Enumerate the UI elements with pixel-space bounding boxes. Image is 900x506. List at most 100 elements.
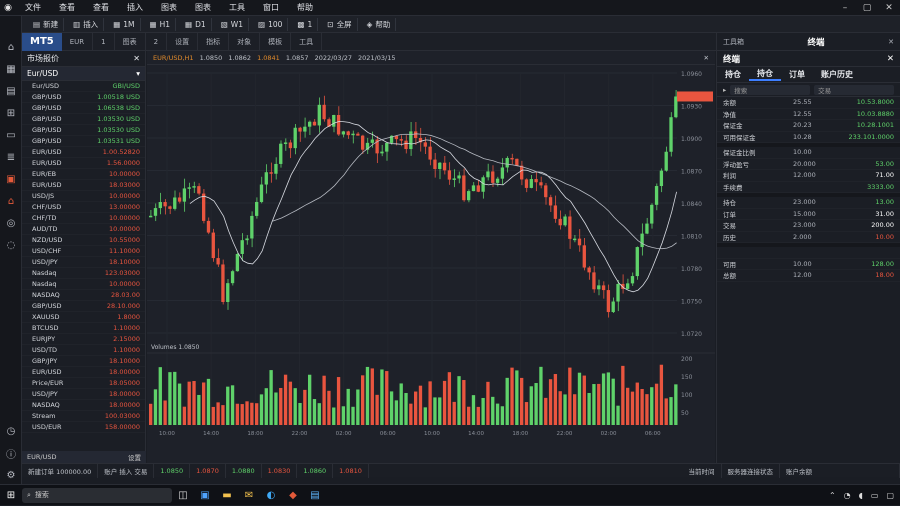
mt5-app-icon[interactable]: ◆	[282, 485, 304, 506]
alert-icon[interactable]: ⌂	[0, 190, 22, 212]
gear-icon[interactable]: ⚙	[0, 464, 22, 486]
toolbar-insert[interactable]: ▥ 插入	[68, 17, 105, 31]
network-icon[interactable]: ◔	[844, 491, 851, 500]
terminal-row[interactable]: 可用保证金 10.28 233.101.0000	[717, 132, 900, 143]
tab-orders[interactable]: 订单	[781, 69, 813, 80]
tab-objects[interactable]: 对象	[229, 32, 261, 51]
market-watch-row[interactable]: NZD/USD 10.55000	[22, 235, 145, 246]
market-watch-row[interactable]: USD/JPY 18.00000	[22, 389, 145, 400]
toolbar-d1[interactable]: ▦ D1	[180, 17, 212, 31]
minimize-button[interactable]: –	[834, 0, 856, 16]
toolbar-h1[interactable]: ▦ H1	[145, 17, 177, 31]
market-watch-row[interactable]: NASDAQ 28.03.00	[22, 290, 145, 301]
toolbar-layout[interactable]: ▩ 1	[292, 17, 319, 31]
market-watch-row[interactable]: GBP/USD 1.03530 USD	[22, 125, 145, 136]
trade-icon[interactable]: ▣	[0, 168, 22, 190]
battery-icon[interactable]: ▭	[871, 491, 879, 500]
status-new-order[interactable]: 新建订单 100000.00	[22, 463, 99, 478]
market-watch-row[interactable]: USD/TD 1.10000	[22, 345, 145, 356]
folder-icon[interactable]: ▬	[216, 485, 238, 506]
terminal-row[interactable]: 余额 25.55 10.53.8000	[717, 97, 900, 109]
notification-icon[interactable]: ▢	[886, 491, 894, 500]
grid-icon[interactable]: ▦	[0, 58, 22, 80]
terminal-row[interactable]: 总额 12.00 18.00	[717, 270, 900, 282]
market-watch-row[interactable]: EUR/USD 18.03000	[22, 180, 145, 191]
edge-icon[interactable]: ◐	[260, 485, 282, 506]
toolbar-m1[interactable]: ▦ 1M	[108, 17, 141, 31]
market-watch-row[interactable]: USD/JPY 18.10000	[22, 257, 145, 268]
market-watch-row[interactable]: GBP/USD 1.03530 USD	[22, 114, 145, 125]
toolbar-help[interactable]: ◈ 帮助	[362, 17, 397, 31]
add-symbol-icon[interactable]: ✕	[133, 54, 140, 63]
terminal-close-icon[interactable]: ✕	[887, 54, 894, 64]
windows-start-icon[interactable]: ⊞	[0, 485, 22, 506]
menu-chart[interactable]: 图表	[152, 2, 186, 13]
settings-icon[interactable]: ◌	[0, 234, 22, 256]
market-watch-row[interactable]: EUR/USD 1.00.52820	[22, 147, 145, 158]
taskview-icon[interactable]: ◫	[172, 485, 194, 506]
chart-app-icon[interactable]: ▤	[304, 485, 326, 506]
tree-icon[interactable]: ⊞	[0, 102, 22, 124]
mail-icon[interactable]: ✉	[238, 485, 260, 506]
market-watch-row[interactable]: EUR/EB 10.00000	[22, 169, 145, 180]
tab-chart[interactable]: 图表	[115, 32, 146, 51]
menu-file[interactable]: 文件	[16, 2, 50, 13]
store-icon[interactable]: ▣	[194, 485, 216, 506]
taskbar-search[interactable]: ⌕ 搜索	[22, 487, 172, 503]
market-watch-row[interactable]: NASDAQ 18.00000	[22, 400, 145, 411]
tab-templates[interactable]: 模板	[260, 32, 292, 51]
market-watch-row[interactable]: XAUUSD 1.8000	[22, 312, 145, 323]
menu-view[interactable]: 查看	[50, 2, 84, 13]
tab-holdings[interactable]: 持仓	[717, 69, 749, 80]
menu-view-2[interactable]: 查看	[84, 2, 118, 13]
home-icon[interactable]: ⌂	[0, 36, 22, 58]
terminal-row[interactable]: 保证金 20.23 10.28.1001	[717, 120, 900, 132]
market-watch-row[interactable]: GBP/USD 1.06538 USD	[22, 103, 145, 114]
filter-icon[interactable]: ▸	[723, 86, 726, 94]
toolbox-label[interactable]: 工具箱	[723, 37, 744, 47]
market-watch-row[interactable]: Price/EUR 18.05000	[22, 378, 145, 389]
market-watch-row[interactable]: CHF/TD 10.00000	[22, 213, 145, 224]
menu-tools[interactable]: 工具	[220, 2, 254, 13]
market-watch-row[interactable]: GBP/USD 1.03531 USD	[22, 136, 145, 147]
menu-window[interactable]: 窗口	[254, 2, 288, 13]
terminal-row[interactable]	[717, 247, 900, 259]
tab-indicators[interactable]: 指标	[198, 32, 230, 51]
terminal-row[interactable]: 订单 15.000 31.00	[717, 209, 900, 220]
tab-settings[interactable]: 设置	[167, 32, 199, 51]
terminal-row[interactable]: 净值 12.55 10.03.8880	[717, 109, 900, 120]
footer-symbol[interactable]: EUR/USD	[27, 453, 56, 461]
search-input[interactable]: 搜索	[730, 84, 811, 95]
terminal-row[interactable]: 保证金比例 10.00	[717, 147, 900, 159]
chart-close-icon[interactable]: ✕	[704, 54, 715, 62]
market-watch-row[interactable]: AUD/TD 10.00000	[22, 224, 145, 235]
toolbar-new[interactable]: ▤ 新建	[28, 17, 65, 31]
selected-symbol[interactable]: Eur/USD ▾	[22, 67, 145, 81]
clock-icon[interactable]: ◷	[0, 420, 22, 442]
mt5-badge[interactable]: MT5	[22, 32, 62, 51]
tab-history[interactable]: 账户历史	[813, 69, 861, 80]
globe-icon[interactable]: ◎	[0, 212, 22, 234]
market-watch-row[interactable]: BTCUSD 1.10000	[22, 323, 145, 334]
tab-1[interactable]: 1	[93, 32, 115, 51]
chevron-up-icon[interactable]: ⌃	[829, 491, 836, 500]
terminal-row[interactable]: 历史 2.000 10.00	[717, 232, 900, 243]
terminal-row[interactable]: 交易 23.000 200.00	[717, 220, 900, 232]
market-watch-row[interactable]: USD/EUR 158.00000	[22, 422, 145, 433]
market-watch-row[interactable]: EUR/USD 18.00000	[22, 367, 145, 378]
close-button[interactable]: ✕	[878, 0, 900, 16]
menu-chart-2[interactable]: 图表	[186, 2, 220, 13]
volume-icon[interactable]: ◖	[859, 491, 863, 500]
trade-search-input[interactable]: 交易	[814, 84, 895, 95]
terminal-row[interactable]: 持仓 23.000 13.00	[717, 197, 900, 209]
terminal-label[interactable]: 终端	[808, 36, 825, 48]
toolbar-w1[interactable]: ▧ W1	[216, 17, 249, 31]
panel-close-icon[interactable]: ✕	[888, 38, 894, 46]
list-icon[interactable]: ≣	[0, 146, 22, 168]
market-watch-row[interactable]: Stream 100.03000	[22, 411, 145, 422]
footer-settings[interactable]: 设置	[128, 452, 141, 462]
terminal-row[interactable]: 可用 10.00 128.00	[717, 259, 900, 270]
toolbar-zoom[interactable]: ▨ 100	[253, 17, 289, 31]
market-watch-row[interactable]: GBP/JPY 18.10000	[22, 356, 145, 367]
window-icon[interactable]: ▭	[0, 124, 22, 146]
